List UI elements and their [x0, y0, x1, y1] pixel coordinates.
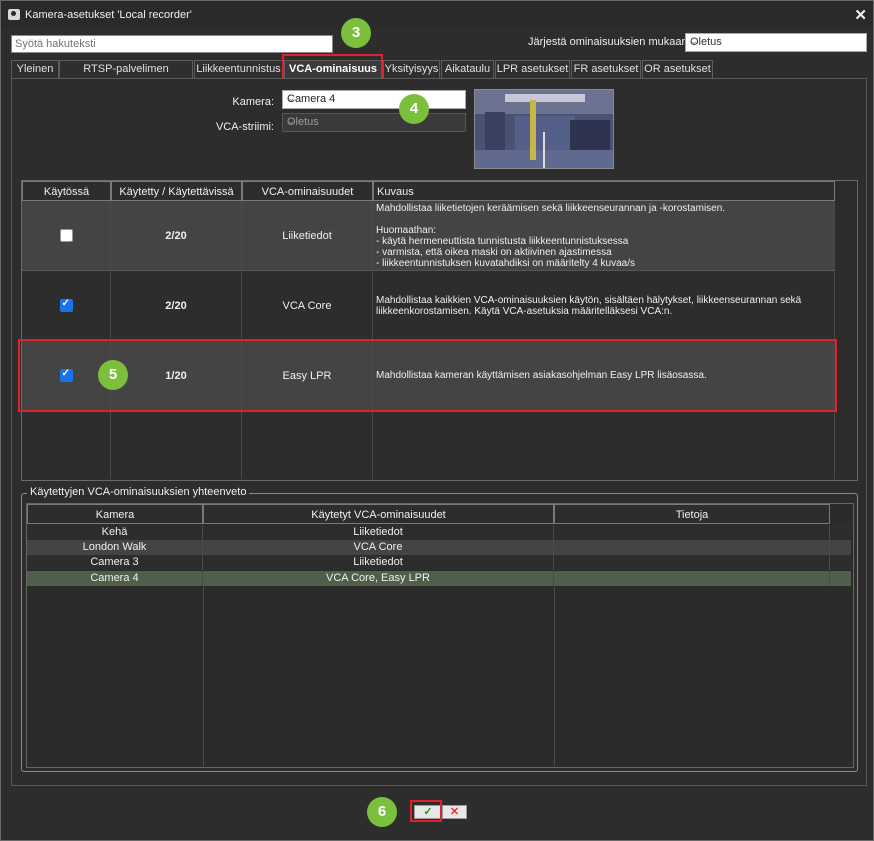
vca-features-table: Käytössä Käytetty / Käytettävissä VCA-om… [21, 180, 858, 481]
window-title: Kamera-asetukset 'Local recorder' [25, 9, 192, 21]
callout-badge-6: 6 [367, 797, 397, 827]
column-header-description[interactable]: Kuvaus [373, 181, 835, 201]
tab-fr-settings[interactable]: FR asetukset [571, 60, 641, 78]
info-cell [554, 555, 830, 570]
chevron-down-icon: ⌄ [287, 116, 296, 127]
tab-general[interactable]: Yleinen [11, 60, 59, 78]
ok-button[interactable]: ✓ [414, 805, 442, 819]
stream-label: VCA-striimi: [215, 121, 274, 133]
camera-preview-image [474, 89, 614, 169]
camera-settings-icon [8, 9, 20, 20]
stream-select[interactable]: Oletus ⌄ [282, 113, 466, 132]
column-header-info[interactable]: Tietoja [554, 504, 830, 524]
enable-checkbox[interactable] [59, 298, 73, 312]
features-cell: Liiketiedot [203, 525, 554, 540]
enable-checkbox[interactable] [59, 368, 73, 382]
camera-cell: Camera 4 [27, 571, 203, 586]
table-row[interactable]: Camera 3 Liiketiedot [27, 555, 851, 570]
camera-select[interactable]: Camera 4 ⌄ [282, 90, 466, 109]
table-row[interactable]: London Walk VCA Core [27, 540, 851, 555]
features-cell: VCA Core, Easy LPR [203, 571, 554, 586]
enable-checkbox[interactable] [59, 229, 73, 242]
tab-lpr-settings[interactable]: LPR asetukset [495, 60, 570, 78]
search-input[interactable] [11, 35, 333, 53]
info-cell [554, 540, 830, 555]
cancel-button[interactable]: ✕ [442, 805, 467, 819]
feature-name: Liiketiedot [242, 201, 373, 270]
tab-vca-feature[interactable]: VCA-ominaisuus [284, 60, 382, 78]
features-cell: Liiketiedot [203, 555, 554, 570]
usage-value: 1/20 [111, 341, 242, 410]
feature-description: Mahdollistaa kaikkien VCA-ominaisuuksien… [373, 271, 835, 340]
callout-badge-5: 5 [98, 360, 128, 390]
table-row[interactable]: 2/20 Liiketiedot Mahdollistaa liiketieto… [22, 201, 835, 271]
camera-cell: Camera 3 [27, 555, 203, 570]
features-cell: VCA Core [203, 540, 554, 555]
camera-cell: London Walk [27, 540, 203, 555]
tab-rtsp-streaming[interactable]: RTSP-palvelimen striimaus [59, 60, 193, 92]
column-header-camera[interactable]: Kamera [27, 504, 203, 524]
table-row[interactable]: 2/20 VCA Core Mahdollistaa kaikkien VCA-… [22, 271, 835, 341]
table-row[interactable]: 1/20 Easy LPR Mahdollistaa kameran käytt… [22, 341, 835, 411]
tab-or-settings[interactable]: OR asetukset [642, 60, 713, 78]
info-cell [554, 571, 830, 586]
chevron-down-icon: ⌄ [287, 93, 296, 104]
tab-schedule[interactable]: Aikataulu [441, 60, 494, 78]
chevron-down-icon: ⌄ [690, 36, 699, 47]
summary-title: Käytettyjen VCA-ominaisuuksien yhteenvet… [27, 486, 250, 498]
usage-value: 2/20 [111, 201, 242, 270]
info-cell [554, 525, 830, 540]
table-row[interactable]: Kehä Liiketiedot [27, 525, 851, 540]
title-bar: Kamera-asetukset 'Local recorder' ✕ [1, 1, 873, 29]
tab-privacy[interactable]: Yksityisyys [383, 60, 440, 78]
sort-label: Järjestä ominaisuuksien mukaan: [528, 36, 691, 48]
feature-description: Mahdollistaa liiketietojen keräämisen se… [373, 201, 835, 270]
close-icon[interactable]: ✕ [854, 6, 867, 24]
settings-window: Kamera-asetukset 'Local recorder' ✕ Järj… [0, 0, 874, 841]
table-row-selected[interactable]: Camera 4 VCA Core, Easy LPR [27, 571, 851, 586]
summary-table: Kamera Käytetyt VCA-ominaisuudet Tietoja… [26, 503, 854, 768]
column-header-used-features[interactable]: Käytetyt VCA-ominaisuudet [203, 504, 554, 524]
camera-cell: Kehä [27, 525, 203, 540]
callout-badge-4: 4 [399, 94, 429, 124]
column-header-feature[interactable]: VCA-ominaisuudet [242, 181, 373, 201]
column-header-usage[interactable]: Käytetty / Käytettävissä [111, 181, 242, 201]
feature-name: VCA Core [242, 271, 373, 340]
usage-value: 2/20 [111, 271, 242, 340]
tab-motion-detection[interactable]: Liikkeentunnistus [194, 60, 283, 78]
sort-select[interactable]: Oletus ⌄ [685, 33, 867, 52]
column-header-enabled[interactable]: Käytössä [22, 181, 111, 201]
empty-row [22, 411, 835, 479]
feature-description: Mahdollistaa kameran käyttämisen asiakas… [373, 341, 835, 410]
callout-badge-3: 3 [341, 18, 371, 48]
feature-name: Easy LPR [242, 341, 373, 410]
camera-label: Kamera: [232, 96, 274, 108]
